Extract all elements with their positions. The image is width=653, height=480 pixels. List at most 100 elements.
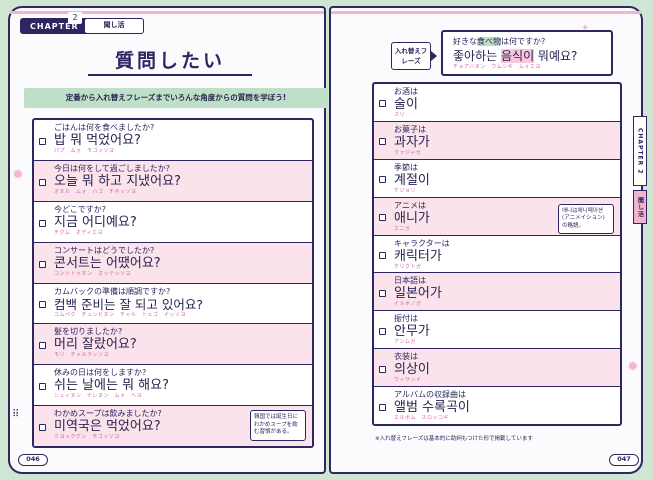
page-number-right: 047 [609, 454, 639, 466]
page-number-left: 046 [18, 454, 48, 466]
question-ko: 밥 뭐 먹었어요? [54, 133, 141, 148]
checkbox[interactable] [39, 342, 46, 350]
question-ko: 쉬는 날에는 뭐 해요? [54, 378, 169, 394]
checkbox[interactable] [39, 301, 46, 309]
side-tab-chapter: CHAPTER 2 [633, 116, 647, 186]
intro-text: 定番から入れ替えフレーズまでいろんな角度からの質問を学ぼう! [24, 88, 328, 108]
phrase-jp: キャラクターは [394, 238, 450, 248]
phrase-ruby: スリ [394, 112, 406, 118]
question-jp: 休みの日は何をしますか? [54, 368, 147, 378]
example-ruby: チョアハヌン ウムシギ ムォエヨ [453, 64, 541, 70]
question-ko: 지금 어디예요? [54, 214, 137, 230]
chapter-number: 2 [68, 12, 82, 24]
question-jp: 髪を切りましたか? [54, 327, 123, 337]
phrase-ruby: アンムガ [394, 339, 416, 346]
phrase-ko: 일본어가 [394, 286, 442, 302]
phrase-ruby: ウィサンイ [394, 377, 422, 384]
page-title: 質問したい [114, 50, 225, 72]
checkbox[interactable] [379, 176, 386, 184]
question-ruby: シュィヌン ナレヌン ムォ ヘヨ [54, 393, 143, 400]
question-jp: 今どこですか? [54, 204, 107, 214]
question-ko: 컴백 준비는 잘 되고 있어요? [54, 296, 204, 312]
question-ruby: オヌル ムォ ハゴ チネッソヨ [54, 188, 137, 195]
list-item: お酒は 술이 スリ [374, 84, 620, 122]
list-item: コンサートはどうでしたか? 콘서트는 어땠어요? コンソトゥヌン オッテッソヨ [34, 242, 312, 284]
checkbox[interactable] [39, 219, 46, 227]
question-ruby: パプ ムォ モゴッソヨ [54, 148, 115, 154]
phrase-ko: 앨범 수록곡이 [394, 400, 470, 416]
list-item: アルバムの収録曲は 앨범 수록곡이 エルボム スロッコギ [374, 387, 620, 424]
list-item: 振付は 안무가 アンムガ [374, 311, 620, 350]
checkbox[interactable] [379, 403, 386, 411]
question-jp: ごはんは何を食べましたか? [54, 123, 155, 132]
list-item: わかめスープは飲みましたか? 미역국은 먹었어요? ミヨックグン モゴッソヨ 韓… [34, 406, 312, 446]
sparkle-icon: ✦ [581, 23, 590, 34]
phrase-jp: 季節は [394, 162, 418, 172]
checkbox[interactable] [379, 138, 386, 146]
phrase-ko: 과자가 [394, 134, 430, 150]
section-tag: 聞し活 [84, 18, 144, 34]
question-ruby: コンソトゥヌン オッテッソヨ [54, 270, 132, 277]
question-list: ごはんは何を食べましたか? 밥 뭐 먹었어요? パプ ムォ モゴッソヨ 今日は何… [32, 118, 314, 448]
checkbox[interactable] [39, 260, 46, 268]
side-tab-section: 聞し活 [633, 190, 647, 224]
burst-icon: ✹ [12, 167, 24, 183]
phrase-list: お酒は 술이 スリ お菓子は 과자가 クァジャガ 季節は 계절이 ケジョリ アニ… [372, 82, 622, 426]
checkbox[interactable] [379, 252, 386, 259]
list-item: キャラクターは 캐릭터가 ケリクトガ [374, 236, 620, 274]
question-jp: カムバックの準備は順調ですか? [54, 286, 171, 296]
phrase-ko: 안무가 [394, 324, 430, 340]
phrase-jp: 振付は [394, 314, 418, 324]
list-item: カムバックの準備は順調ですか? 컴백 준비는 잘 되고 있어요? コムペク チュ… [34, 284, 312, 325]
checkbox[interactable] [379, 365, 386, 373]
pink-frame-top [10, 11, 324, 14]
burst-icon: ✹ [627, 359, 639, 375]
phrase-ko: 의상이 [394, 362, 430, 378]
question-ko: 콘서트는 어땠어요? [54, 255, 161, 271]
swap-phrase-tag: 入れ替えフレーズ [391, 42, 437, 70]
example-ko-pre: 좋아하는 [453, 49, 501, 63]
phrase-jp: お菓子は [394, 124, 426, 134]
question-ruby: モリ チャルラッソヨ [54, 352, 109, 359]
question-ruby: コムペク チュンビヌン チャル トェゴ イッソヨ [54, 311, 186, 318]
title-underline [88, 74, 252, 76]
note-box: 애니は애니메이션(アニメイション)の略語。 [558, 203, 614, 235]
example-jp: 好きな食べ物は何ですか? [453, 36, 611, 47]
checkbox[interactable] [379, 327, 386, 335]
phrase-ko: 캐릭터가 [394, 248, 442, 264]
checkbox[interactable] [379, 100, 386, 108]
checkbox[interactable] [39, 137, 46, 145]
checkbox[interactable] [39, 424, 46, 432]
phrase-ko: 술이 [394, 97, 418, 112]
list-item: 髪を切りましたか? 머리 잘랐어요? モリ チャルラッソヨ [34, 324, 312, 366]
list-item: 今日は何をして過ごしましたか? 오늘 뭐 하고 지냈어요? オヌル ムォ ハゴ … [34, 160, 312, 202]
list-item: 日本語は 일본어가 イルボノガ [374, 273, 620, 312]
checkbox[interactable] [39, 178, 46, 186]
phrase-ruby: イルボノガ [394, 301, 422, 308]
dots-icon: ⠿ [12, 409, 20, 420]
list-item: ごはんは何を食べましたか? 밥 뭐 먹었어요? パプ ムォ モゴッソヨ [34, 120, 312, 161]
checkbox[interactable] [39, 383, 46, 391]
phrase-jp: 衣装は [394, 352, 418, 362]
list-item: 季節は 계절이 ケジョリ [374, 160, 620, 198]
phrase-ruby: ケジョリ [394, 187, 417, 194]
list-item: 衣装は 의상이 ウィサンイ [374, 349, 620, 388]
example-ko-highlight: 음식이 [500, 49, 535, 63]
phrase-jp: アルバムの収録曲は [394, 390, 466, 400]
question-ruby: チグム オディエヨ [54, 229, 104, 236]
checkbox[interactable] [379, 214, 386, 222]
footnote: ※入れ替えフレーズは基本的に助詞もつけた形で掲載しています [375, 436, 533, 442]
example-jp-pre: 好きな [453, 37, 477, 46]
phrase-jp: お酒は [394, 87, 418, 96]
checkbox[interactable] [379, 289, 386, 297]
question-ko: 오늘 뭐 하고 지냈어요? [54, 173, 181, 189]
example-jp-highlight: 食べ物 [477, 37, 501, 46]
list-item: お菓子は 과자가 クァジャガ [374, 121, 620, 160]
list-item: アニメは 애니가 エニガ 애니は애니메이션(アニメイション)の略語。 [374, 197, 620, 236]
pink-frame-top [331, 11, 641, 14]
question-jp: コンサートはどうでしたか? [54, 245, 155, 255]
list-item: 今どこですか? 지금 어디예요? チグム オディエヨ [34, 202, 312, 243]
example-ko: 좋아하는 음식이 뭐예요? [453, 47, 611, 64]
question-ko: 머리 잘랐어요? [54, 337, 137, 353]
phrase-ko: 계절이 [394, 172, 430, 188]
